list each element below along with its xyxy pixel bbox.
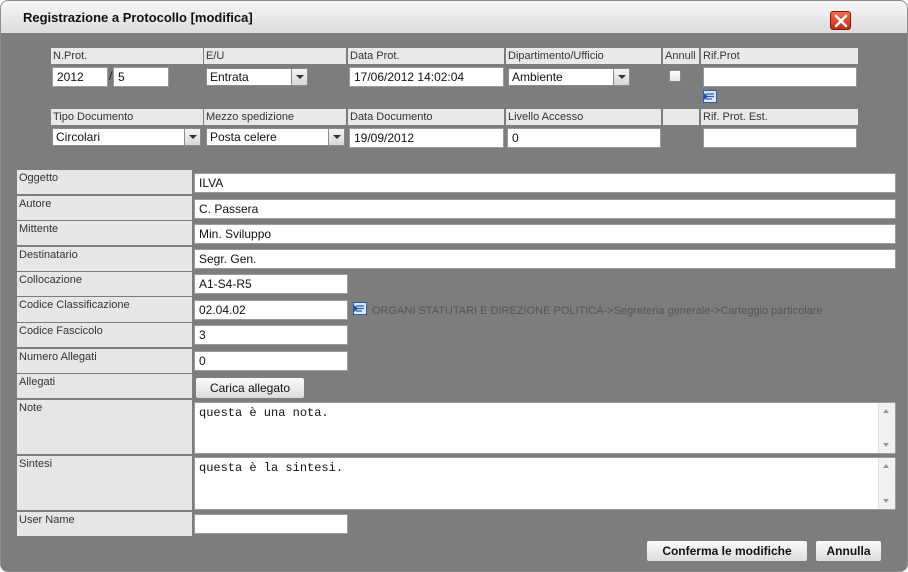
livello-accesso-input[interactable]: 0 [507, 128, 661, 148]
label-oggetto: Oggetto [17, 170, 192, 194]
dialog-body: N.Prot. E/U Data Prot. Dipartimento/Uffi… [1, 33, 907, 571]
mezzo-spedizione-select-value: Posta celere [210, 130, 277, 144]
destinatario-input[interactable]: Segr. Gen. [194, 249, 896, 269]
label-dipartimento: Dipartimento/Ufficio [506, 48, 661, 64]
lookup-icon[interactable] [353, 302, 367, 315]
rif-prot-input[interactable] [703, 67, 857, 87]
data-prot-input[interactable]: 17/06/2012 14:02:04 [349, 67, 504, 87]
label-codice-fascicolo: Codice Fascicolo [17, 323, 192, 347]
numero-allegati-input[interactable]: 0 [194, 351, 348, 371]
mittente-input[interactable]: Min. Sviluppo [194, 224, 896, 244]
autore-input[interactable]: C. Passera [194, 199, 896, 219]
label-rif-prot: Rif.Prot [701, 48, 858, 64]
rif-prot-est-input[interactable] [703, 128, 857, 148]
note-text: questa è una nota. [199, 406, 329, 420]
chevron-down-icon[interactable] [291, 69, 307, 85]
label-eu: E/U [204, 48, 346, 64]
close-button[interactable] [830, 11, 851, 30]
data-documento-input[interactable]: 19/09/2012 [349, 128, 504, 148]
carica-allegato-button[interactable]: Carica allegato [195, 377, 305, 399]
scroll-down-icon[interactable] [883, 499, 889, 503]
oggetto-input[interactable]: ILVA [194, 173, 896, 193]
label-mittente: Mittente [17, 221, 192, 245]
protocol-dialog: Registrazione a Protocollo [modifica] N.… [0, 0, 908, 572]
label-livello-accesso: Livello Accesso [506, 109, 661, 125]
label-autore: Autore [17, 196, 192, 220]
tipo-documento-select[interactable]: Circolari [52, 128, 201, 146]
cancel-button[interactable]: Annulla [815, 540, 882, 562]
nprot-separator: / [109, 69, 113, 83]
sintesi-text: questa è la sintesi. [199, 461, 344, 475]
eu-select[interactable]: Entrata [206, 68, 308, 86]
scroll-up-icon[interactable] [883, 409, 889, 413]
label-data-prot: Data Prot. [348, 48, 504, 64]
label-annulla: Annull [663, 48, 699, 64]
label-blank [663, 109, 699, 125]
chevron-down-icon[interactable] [328, 129, 344, 145]
nprot-number-input[interactable]: 5 [113, 67, 169, 87]
dipartimento-select-value: Ambiente [512, 70, 563, 84]
label-data-documento: Data Documento [348, 109, 504, 125]
scroll-up-icon[interactable] [883, 464, 889, 468]
label-nprot: N.Prot. [51, 48, 203, 64]
classification-path: ORGANI STATUTARI E DIREZIONE POLITICA->S… [372, 305, 823, 317]
sintesi-textarea[interactable]: questa è la sintesi. [194, 457, 896, 510]
label-collocazione: Collocazione [17, 272, 192, 296]
label-note: Note [17, 400, 192, 454]
label-tipo-documento: Tipo Documento [51, 109, 203, 125]
note-textarea[interactable]: questa è una nota. [194, 402, 896, 454]
chevron-down-icon[interactable] [184, 129, 200, 145]
sintesi-scrollbar[interactable] [878, 458, 895, 509]
label-mezzo-spedizione: Mezzo spedizione [204, 109, 346, 125]
annulla-checkbox[interactable] [669, 70, 681, 82]
dialog-titlebar[interactable]: Registrazione a Protocollo [modifica] [1, 1, 907, 33]
label-codice-classificazione: Codice Classificazione [17, 297, 192, 322]
note-scrollbar[interactable] [878, 403, 895, 453]
eu-select-value: Entrata [210, 70, 249, 84]
mezzo-spedizione-select[interactable]: Posta celere [206, 128, 345, 146]
tipo-documento-select-value: Circolari [56, 130, 101, 144]
nprot-year-input[interactable]: 2012 [52, 67, 108, 87]
label-sintesi: Sintesi [17, 456, 192, 510]
label-allegati: Allegati [17, 374, 192, 398]
label-rif-prot-est: Rif. Prot. Est. [701, 109, 858, 125]
user-name-input[interactable] [194, 514, 348, 534]
codice-classificazione-input[interactable]: 02.04.02 [194, 300, 348, 320]
chevron-down-icon[interactable] [613, 69, 629, 85]
collocazione-input[interactable]: A1-S4-R5 [194, 274, 348, 294]
label-user-name: User Name [17, 512, 192, 536]
close-icon [834, 14, 848, 28]
dipartimento-select[interactable]: Ambiente [508, 68, 630, 86]
dialog-title: Registrazione a Protocollo [modifica] [23, 10, 253, 25]
label-numero-allegati: Numero Allegati [17, 349, 192, 373]
label-destinatario: Destinatario [17, 247, 192, 271]
lookup-icon[interactable] [703, 90, 717, 103]
confirm-button[interactable]: Conferma le modifiche [646, 540, 808, 562]
codice-fascicolo-input[interactable]: 3 [194, 325, 348, 345]
scroll-down-icon[interactable] [883, 443, 889, 447]
